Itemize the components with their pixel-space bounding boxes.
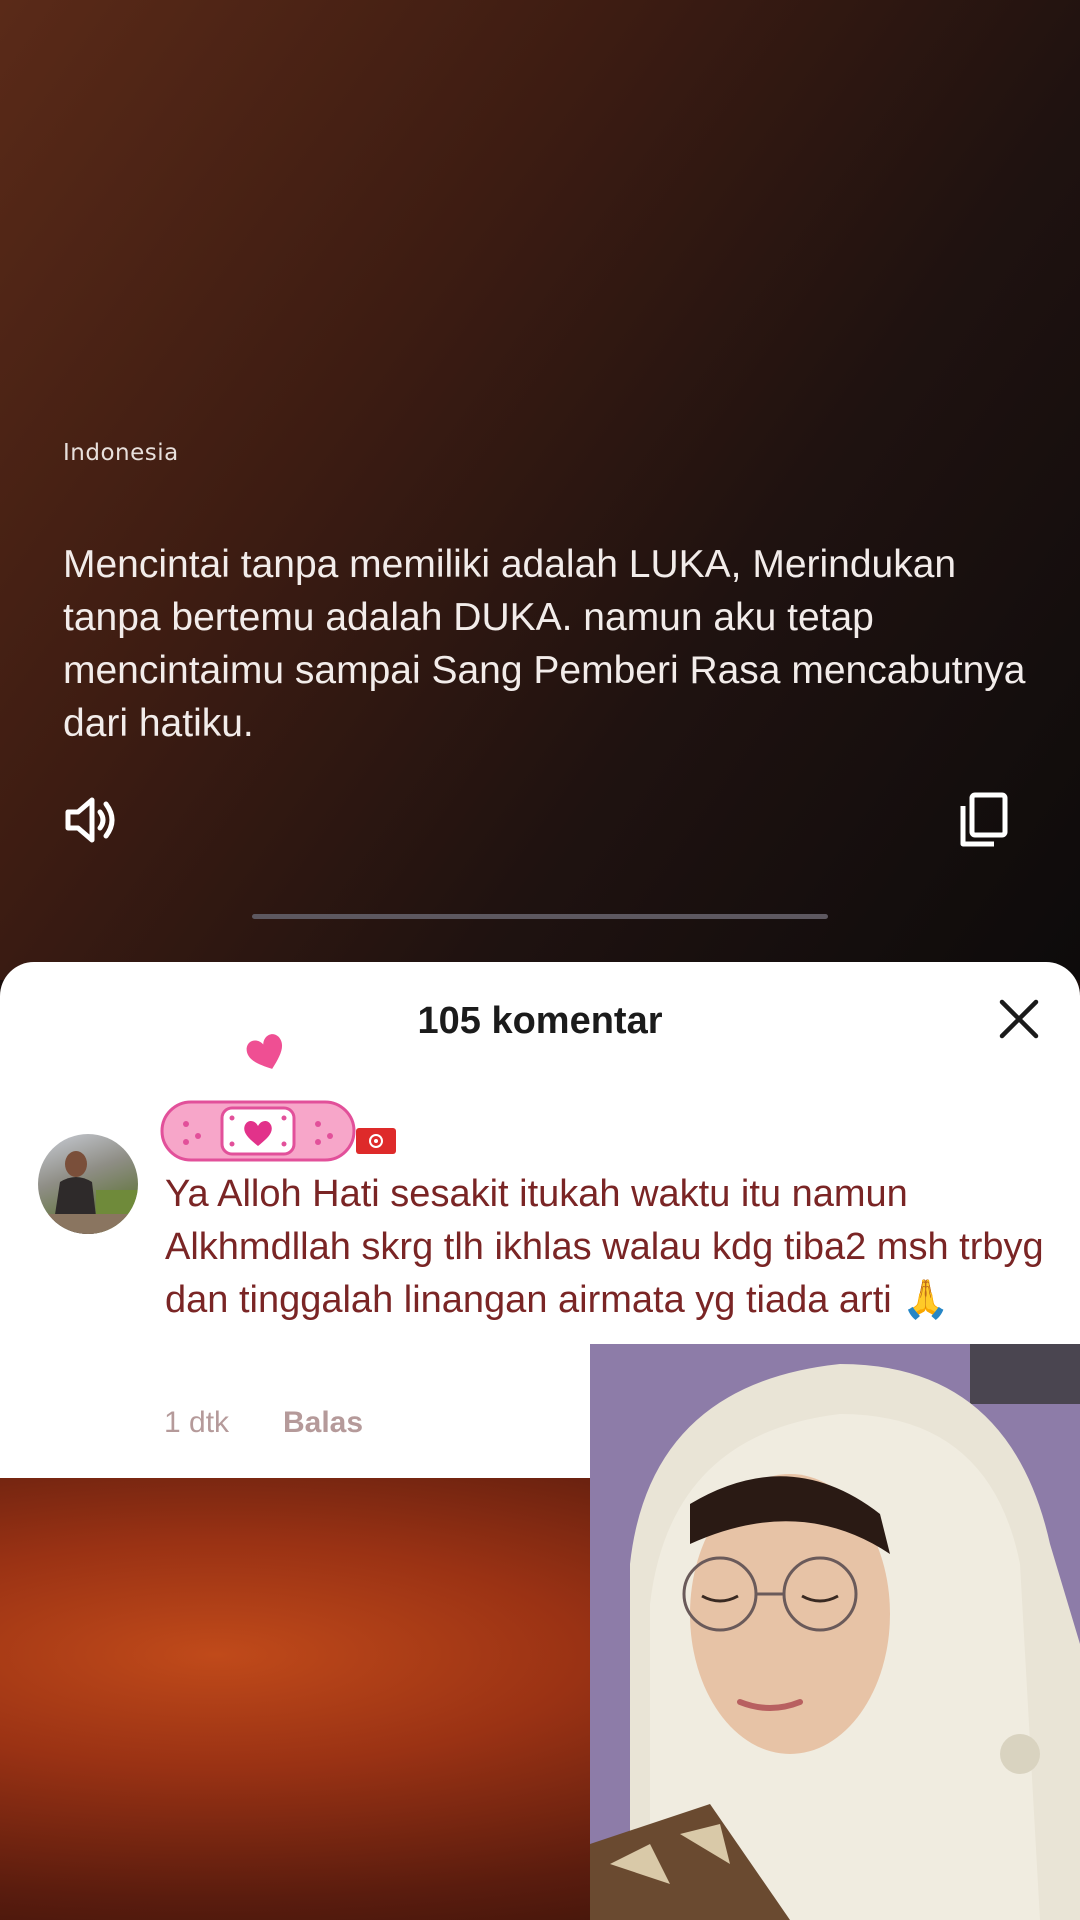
reply-button[interactable]: Balas (283, 1406, 363, 1440)
speaker-button[interactable] (62, 792, 118, 848)
copy-button[interactable] (958, 792, 1010, 848)
translation-panel: Indonesia Mencintai tanpa memiliki adala… (0, 440, 1080, 960)
picture-in-picture-photo (590, 1344, 1080, 1920)
person-photo (590, 1344, 1080, 1920)
avatar[interactable] (38, 1134, 138, 1234)
hong-kong-flag-icon (356, 1128, 396, 1154)
comment-timestamp: 1 dtk (164, 1406, 230, 1439)
speaker-icon (65, 797, 115, 843)
comment-text: Ya Alloh Hati sesakit itukah waktu itu n… (165, 1173, 1044, 1321)
copy-icon (960, 792, 1008, 847)
scroll-indicator (252, 914, 828, 919)
close-icon (999, 999, 1039, 1039)
avatar-photo (38, 1151, 138, 1234)
comments-count-title: 105 komentar (417, 1000, 663, 1042)
bandage-heart-icon (160, 1100, 356, 1162)
translated-text: Mencintai tanpa memiliki adalah LUKA, Me… (63, 543, 1026, 745)
close-button[interactable] (996, 996, 1042, 1042)
heart-icon (246, 1034, 283, 1069)
translation-language: Indonesia (63, 440, 179, 466)
